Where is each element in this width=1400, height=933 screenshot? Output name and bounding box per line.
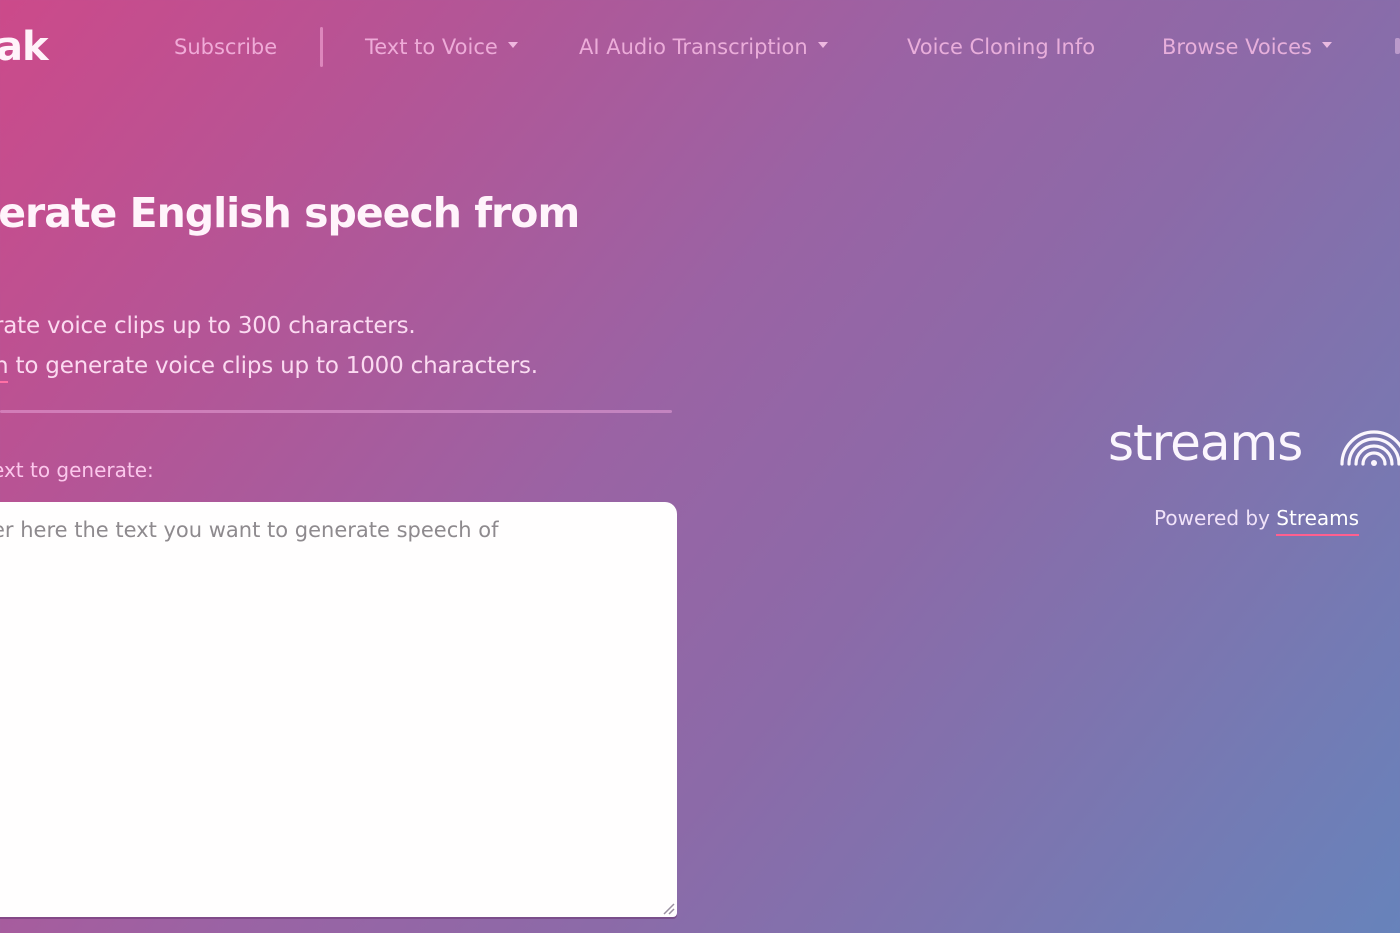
- resize-grip-icon[interactable]: [661, 901, 675, 915]
- site-logo[interactable]: ak: [0, 24, 49, 70]
- nav-item-cutoff[interactable]: [1395, 38, 1400, 54]
- nav-voice-cloning-info-label: Voice Cloning Info: [907, 35, 1096, 59]
- powered-by-text: Powered by Streams: [1154, 506, 1360, 536]
- text-input-label: ext to generate:: [0, 458, 154, 482]
- nav-browse-voices[interactable]: Browse Voices: [1162, 31, 1332, 63]
- chevron-down-icon: [1321, 42, 1332, 48]
- subscriber-limit-rest: to generate voice clips up to 1000 chara…: [8, 353, 539, 379]
- chevron-down-icon: [507, 42, 518, 48]
- subscriber-limit-text: n to generate voice clips up to 1000 cha…: [0, 353, 539, 383]
- streams-link[interactable]: Streams: [1276, 506, 1360, 536]
- nav-ai-audio-transcription[interactable]: AI Audio Transcription: [579, 31, 828, 63]
- nav-ai-audio-transcription-label: AI Audio Transcription: [579, 35, 808, 59]
- powered-by-prefix: Powered by: [1154, 506, 1277, 530]
- nav-browse-voices-label: Browse Voices: [1162, 35, 1312, 59]
- page-title-line1: nerate English speech from: [0, 189, 580, 237]
- section-divider: [0, 410, 672, 413]
- nav-text-to-voice-label: Text to Voice: [365, 35, 498, 59]
- broadcast-arcs-icon: [1340, 430, 1400, 466]
- page-title: nerate English speech from t: [0, 186, 630, 294]
- nav-divider: [320, 27, 323, 67]
- free-limit-text: rate voice clips up to 300 characters.: [0, 313, 416, 339]
- nav-text-to-voice[interactable]: Text to Voice: [365, 31, 518, 63]
- nav-subscribe-label: Subscribe: [174, 35, 278, 59]
- streams-logo-text: streams: [1108, 414, 1303, 472]
- nav-voice-cloning-info[interactable]: Voice Cloning Info: [907, 31, 1095, 63]
- nav-subscribe[interactable]: Subscribe: [174, 31, 277, 63]
- chevron-down-icon: [817, 42, 828, 48]
- speech-text-input[interactable]: [0, 502, 677, 917]
